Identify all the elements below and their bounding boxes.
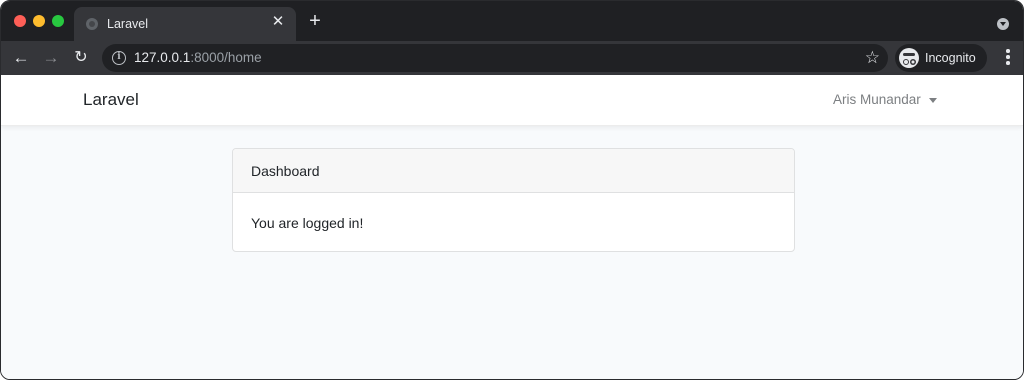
maximize-window-button[interactable] <box>52 15 64 27</box>
app-navbar: Laravel Aris Munandar <box>1 75 1023 126</box>
card-title: Dashboard <box>251 163 320 179</box>
more-menu-icon[interactable] <box>1005 49 1011 67</box>
url-path: :8000/home <box>190 50 262 65</box>
incognito-label: Incognito <box>925 51 976 65</box>
page-content: Laravel Aris Munandar Dashboard You are … <box>1 75 1023 379</box>
brand-link[interactable]: Laravel <box>83 90 139 110</box>
browser-window: Laravel ✕ + ← → ↻ i 127.0.0.1:8000/home … <box>0 0 1024 380</box>
incognito-icon <box>899 48 919 68</box>
tab-strip: Laravel ✕ + <box>1 1 1023 41</box>
card-header: Dashboard <box>233 149 794 193</box>
bookmark-star-icon[interactable]: ☆ <box>865 48 880 68</box>
status-message: You are logged in! <box>251 215 364 231</box>
forward-icon[interactable]: → <box>41 48 61 68</box>
browser-tab[interactable]: Laravel ✕ <box>74 7 296 41</box>
user-dropdown[interactable]: Aris Munandar <box>833 92 937 107</box>
address-bar[interactable]: i 127.0.0.1:8000/home ☆ <box>102 44 888 72</box>
globe-icon <box>86 18 98 30</box>
caret-down-icon <box>928 97 937 103</box>
close-window-button[interactable] <box>14 15 26 27</box>
dashboard-card: Dashboard You are logged in! <box>232 148 795 252</box>
new-tab-button[interactable]: + <box>306 11 324 31</box>
tab-title: Laravel <box>107 17 148 31</box>
url-host: 127.0.0.1 <box>134 50 191 65</box>
reload-icon[interactable]: ↻ <box>71 48 91 68</box>
minimize-window-button[interactable] <box>33 15 45 27</box>
close-tab-icon[interactable]: ✕ <box>270 14 286 30</box>
back-icon[interactable]: ← <box>11 48 31 68</box>
user-name: Aris Munandar <box>833 92 921 107</box>
address-url[interactable]: 127.0.0.1:8000/home <box>134 50 262 65</box>
incognito-profile-button[interactable]: Incognito <box>895 44 987 72</box>
site-info-icon[interactable]: i <box>112 51 126 65</box>
tab-search-icon[interactable] <box>997 18 1009 30</box>
browser-toolbar: ← → ↻ i 127.0.0.1:8000/home ☆ Incognito <box>1 41 1023 75</box>
